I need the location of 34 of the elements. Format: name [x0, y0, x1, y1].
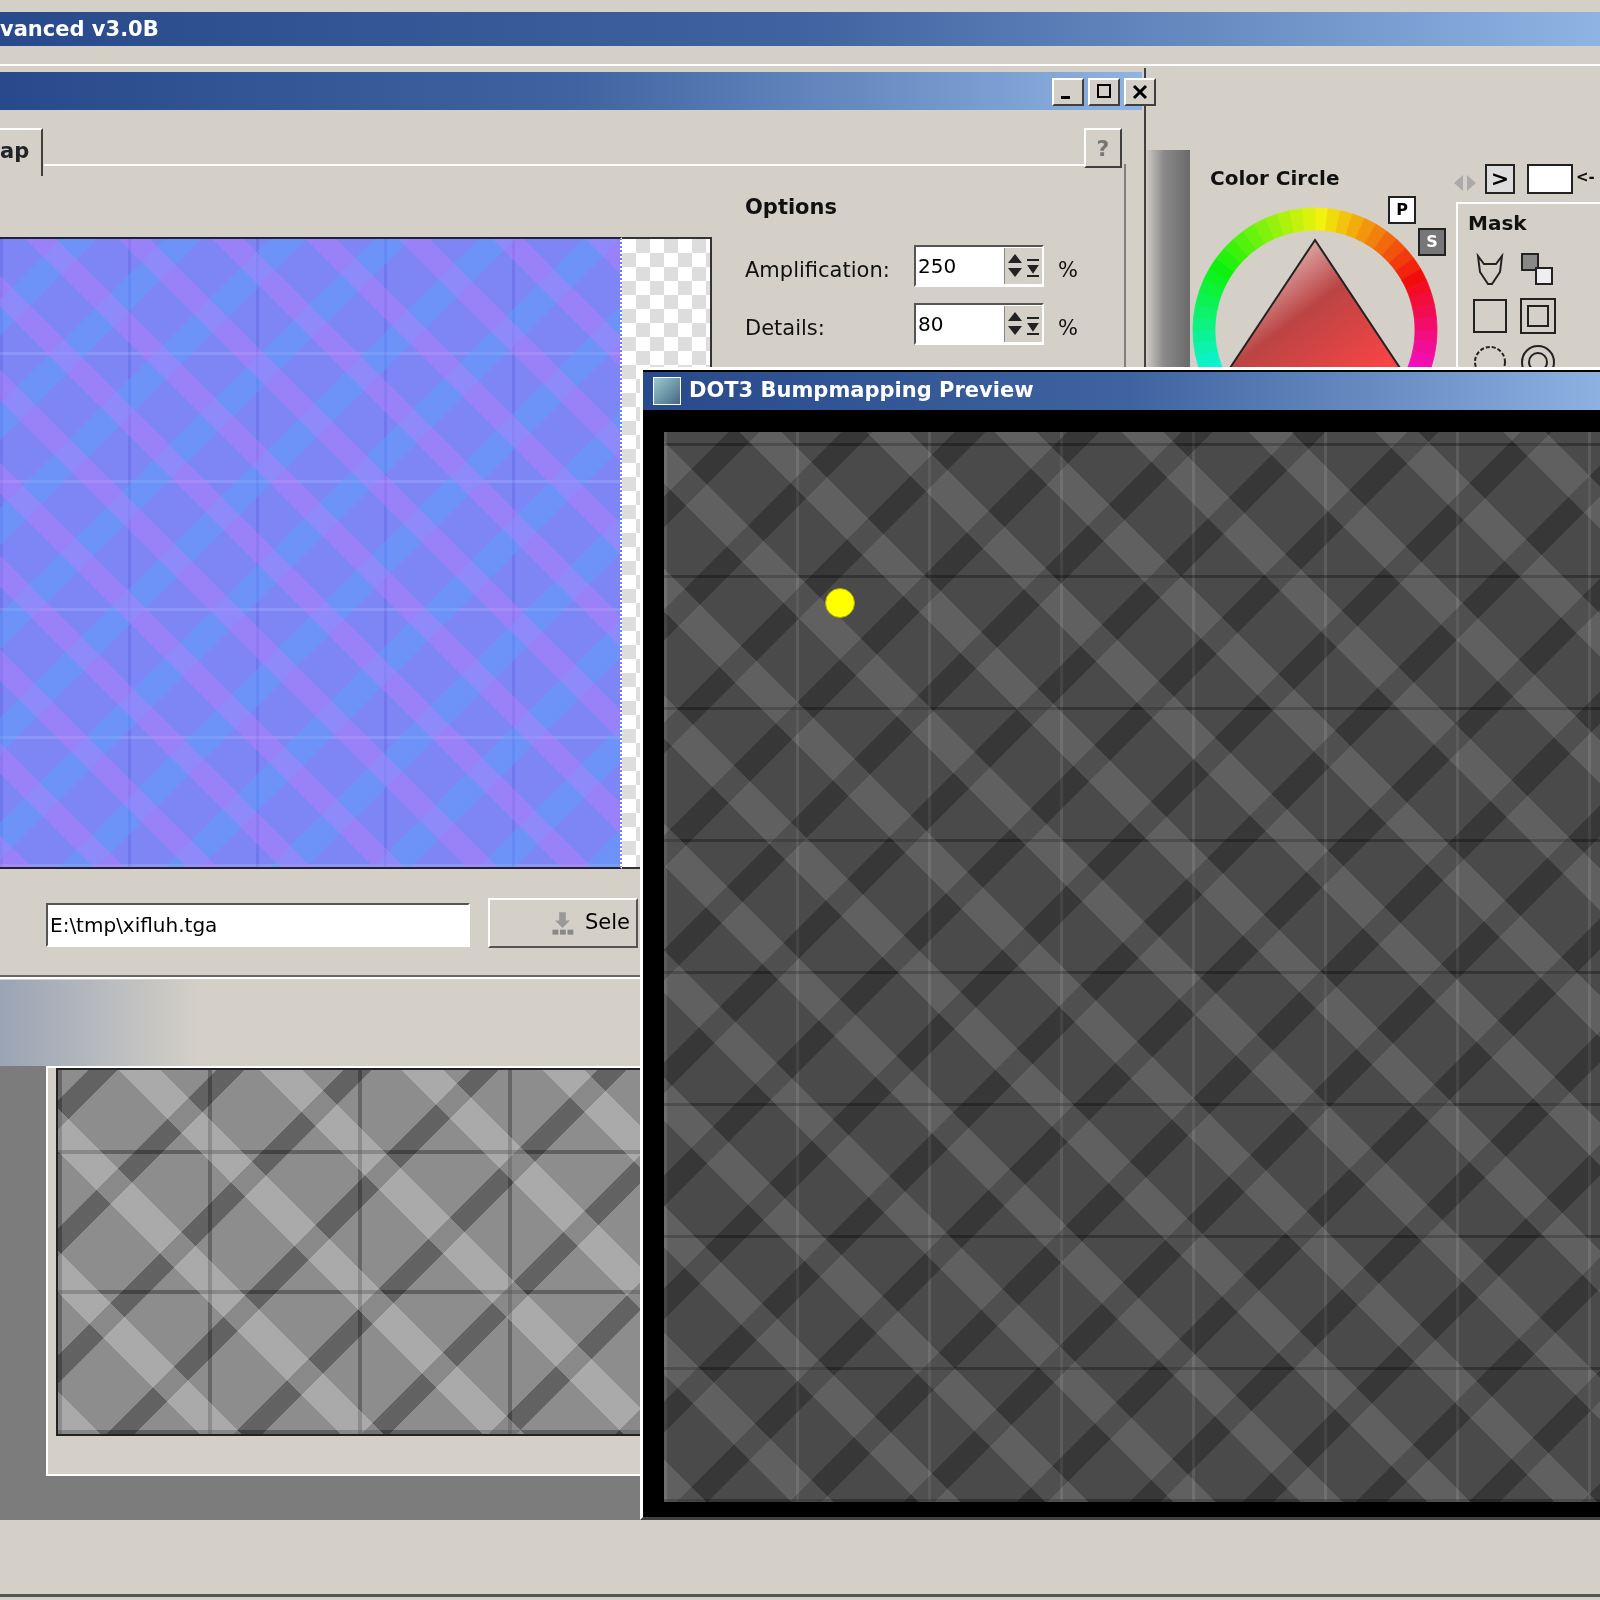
double-square-icon[interactable] [1518, 296, 1558, 336]
percent-unit: % [1058, 315, 1078, 342]
panel-title: Color Circle [1210, 165, 1340, 192]
number-field[interactable]: 80 [916, 309, 1004, 339]
close-icon [1131, 83, 1149, 101]
options-heading: Options [745, 194, 837, 221]
spin-arrows-icon[interactable] [1004, 306, 1042, 342]
number-field[interactable]: 250 [916, 251, 1004, 281]
select-button[interactable]: Sele [488, 898, 638, 948]
mask-title: Mask [1468, 210, 1527, 237]
window-title: vanced v3.0B [0, 16, 159, 43]
maximize-button[interactable] [1088, 78, 1120, 106]
spin-arrows-icon[interactable] [1004, 248, 1042, 284]
tab[interactable]: ap [0, 128, 44, 176]
window-icon [653, 377, 681, 405]
s-button[interactable]: S [1418, 228, 1446, 256]
file-path-box[interactable]: E:\tmp\xifluh.tga [46, 903, 470, 947]
minimize-icon [1060, 95, 1070, 99]
file-path-field[interactable]: E:\tmp\xifluh.tga [48, 910, 466, 940]
swatch-label: <- [1576, 167, 1595, 188]
close-button[interactable] [1124, 78, 1156, 106]
details-label: Details: [745, 315, 825, 342]
preview-title: DOT3 Bumpmapping Preview [689, 377, 1034, 405]
p-button[interactable]: P [1388, 196, 1416, 224]
color-wheel[interactable] [1190, 205, 1440, 367]
percent-unit: % [1058, 257, 1078, 284]
spin-box[interactable]: 80 [914, 303, 1044, 345]
maximize-icon [1095, 83, 1113, 101]
minimize-button[interactable] [1052, 78, 1084, 106]
spin-box[interactable]: 250 [914, 245, 1044, 287]
play-button[interactable]: > [1485, 164, 1515, 194]
color-swatch[interactable] [1527, 164, 1573, 194]
amplification-label: Amplification: [745, 257, 890, 284]
square-icon[interactable] [1470, 296, 1510, 336]
